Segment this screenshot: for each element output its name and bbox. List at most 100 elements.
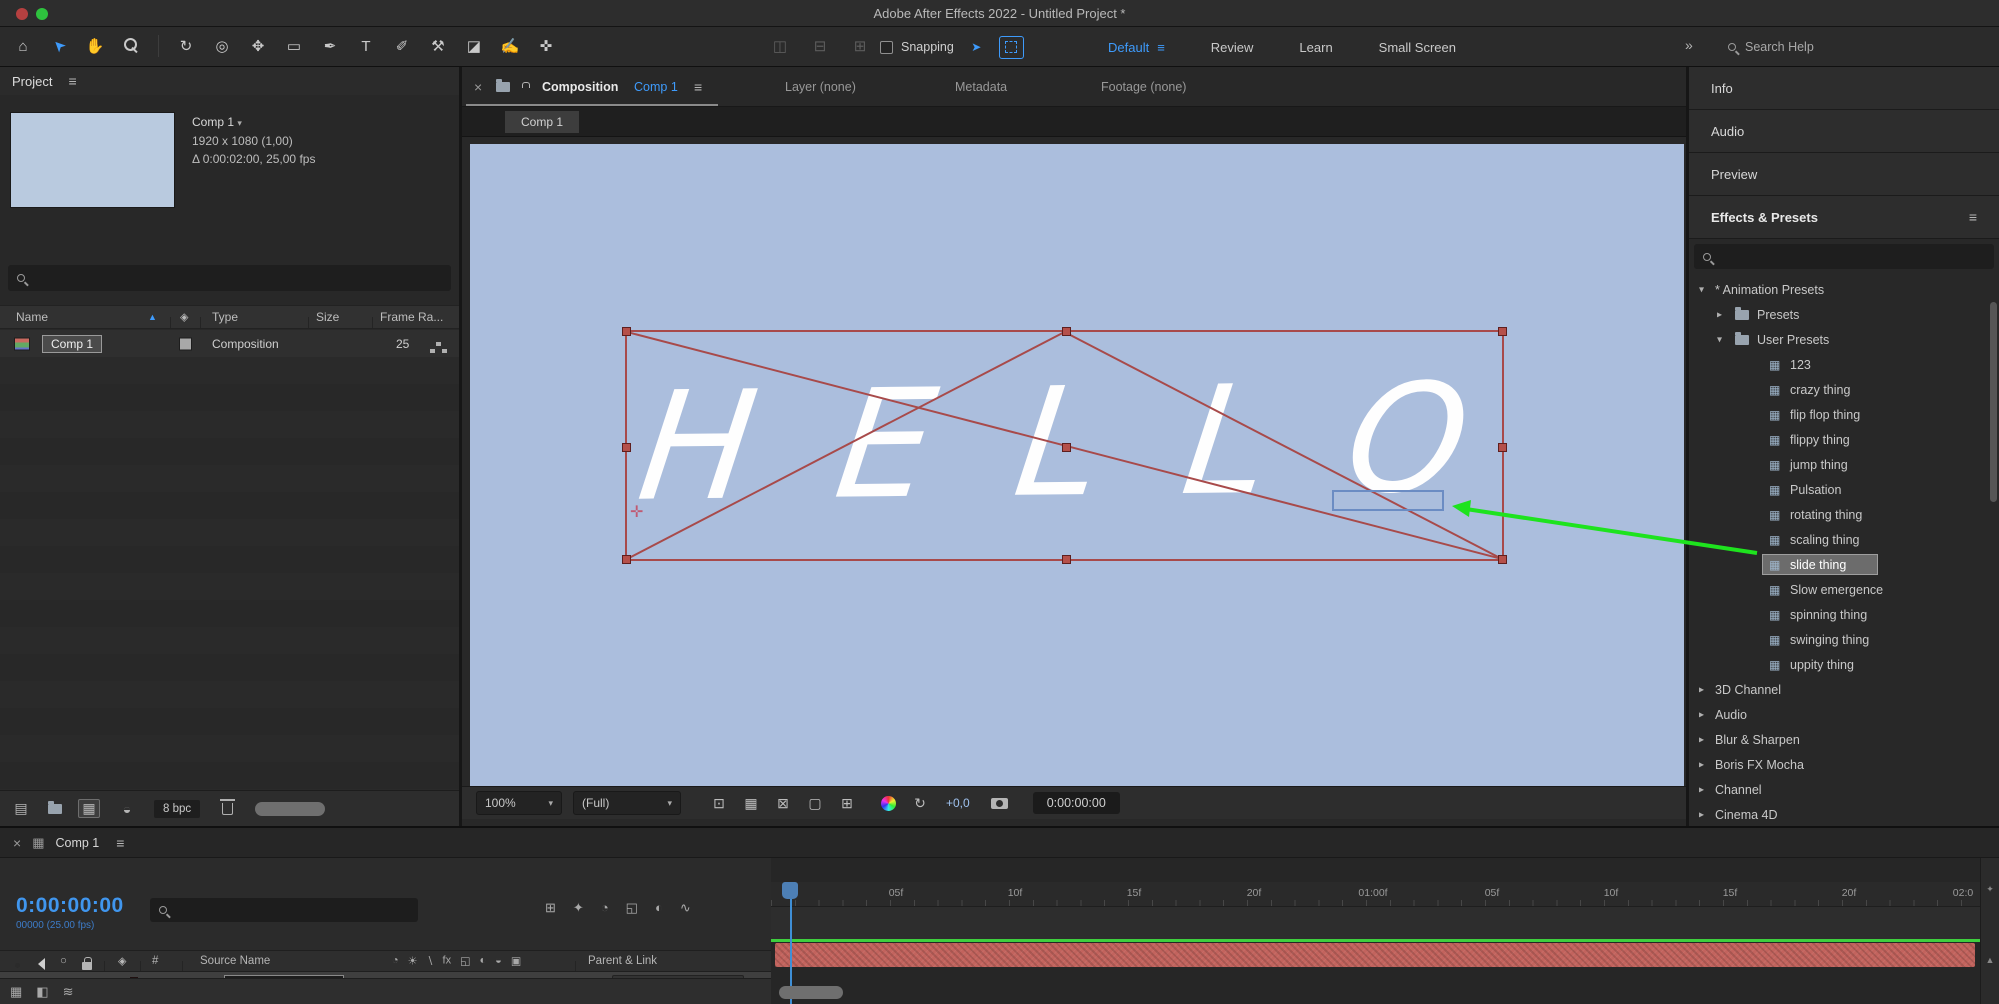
workspace-tab-learn[interactable]: Learn	[1299, 40, 1332, 55]
layer-duration-bar[interactable]	[775, 943, 1975, 967]
snapshot-camera-icon[interactable]	[990, 797, 1008, 809]
timeline-search[interactable]	[150, 898, 418, 922]
roto-brush-tool-icon[interactable]: ✍	[495, 32, 525, 60]
selection-tool-icon[interactable]: ➤	[38, 25, 79, 66]
new-composition-icon[interactable]: ▦	[78, 799, 100, 818]
snap-to-edges-icon[interactable]: ➤	[964, 36, 989, 59]
disclosure-icon[interactable]: ▸	[1699, 684, 1704, 695]
effects-tree-item[interactable]: ▸ Cinema 4D	[1689, 802, 1999, 826]
column-size[interactable]: Size	[316, 310, 339, 324]
transparency-icon[interactable]: ⊞	[834, 791, 860, 815]
close-icon[interactable]: ×	[474, 79, 482, 95]
horizontal-scrollbar[interactable]	[255, 801, 326, 816]
selection-handle[interactable]	[1498, 327, 1507, 336]
panel-menu-icon[interactable]: ≡	[694, 79, 702, 95]
help-search[interactable]	[1722, 35, 1972, 59]
adjustment-icon[interactable]: ◒	[116, 801, 138, 817]
selection-handle[interactable]	[1062, 327, 1071, 336]
expand-layers-icon[interactable]: ▦	[10, 984, 22, 1000]
puppet-pin-tool-icon[interactable]: ✜	[531, 32, 561, 60]
sort-ascending-icon[interactable]: ▲	[148, 312, 157, 322]
tab-layer[interactable]: Layer (none)	[785, 80, 856, 94]
selection-handle[interactable]	[622, 555, 631, 564]
parent-link-column[interactable]: Parent & Link	[588, 955, 657, 967]
pen-tool-icon[interactable]: ✒	[315, 32, 345, 60]
disclosure-icon[interactable]: ▸	[1699, 784, 1704, 795]
panel-menu-icon[interactable]: ≡	[116, 835, 124, 851]
lock-icon[interactable]	[82, 957, 92, 970]
more-workspaces-chevron[interactable]: »	[1685, 37, 1693, 53]
comp-subtab[interactable]: Comp 1	[505, 111, 580, 133]
reset-exposure-icon[interactable]: ↻	[907, 791, 933, 815]
resolution-dropdown[interactable]: (Full) ▾	[573, 791, 681, 815]
time-ruler[interactable]: 00f05f10f15f20f01:00f05f10f15f20f02:0	[771, 882, 1980, 907]
label-color-chip[interactable]	[179, 337, 192, 350]
shy-icon[interactable]: ◔	[392, 955, 399, 968]
layer-number-column[interactable]: #	[152, 955, 158, 967]
effects-tree-item[interactable]: ▦ uppity thing	[1689, 652, 1999, 677]
snapping-checkbox[interactable]	[880, 40, 893, 54]
safe-zones-icon[interactable]: ⊡	[706, 791, 732, 815]
panel-menu-icon[interactable]: ≡	[1969, 209, 1977, 225]
effects-tree-item[interactable]: ▦ jump thing	[1689, 452, 1999, 477]
current-time-indicator-head[interactable]	[782, 882, 798, 899]
interpret-footage-icon[interactable]: ▤	[10, 800, 32, 817]
workspace-tab-small-screen[interactable]: Small Screen	[1379, 40, 1456, 55]
effects-tree-item[interactable]: ▦ swinging thing	[1689, 627, 1999, 652]
selection-handle[interactable]	[1062, 555, 1071, 564]
selection-handle[interactable]	[1498, 443, 1507, 452]
shape-tool-icon[interactable]: ▭	[279, 32, 309, 60]
viewer-timecode[interactable]: 0:00:00:00	[1032, 792, 1120, 814]
effects-tree-item[interactable]: ▸ Boris FX Mocha	[1689, 752, 1999, 777]
shy-icon[interactable]: ◔	[601, 900, 609, 916]
in-out-stretch-icon[interactable]: ≋	[63, 984, 74, 1000]
channel-wheel-icon[interactable]	[881, 795, 896, 811]
current-timecode[interactable]: 0:00:00:00	[16, 894, 124, 918]
flowchart-icon[interactable]: ⊞	[545, 900, 556, 916]
transfer-controls-icon[interactable]: ◧	[36, 984, 48, 1000]
zoom-tool-icon[interactable]	[116, 32, 146, 60]
effects-tree-item[interactable]: ▦ Slow emergence	[1689, 577, 1999, 602]
camera-tool-icon[interactable]: ◎	[207, 32, 237, 60]
tab-composition[interactable]: Composition	[542, 80, 618, 94]
solo-icon[interactable]: ○	[60, 955, 67, 967]
effects-tree-item[interactable]: ▦ crazy thing	[1689, 377, 1999, 402]
zoom-dropdown[interactable]: 100% ▾	[476, 791, 562, 815]
effects-tree-item[interactable]: ▸ 3D Channel	[1689, 677, 1999, 702]
effects-tree-item[interactable]: ▸ Presets	[1689, 302, 1999, 327]
frame-blend-icon[interactable]: ◱	[460, 955, 470, 968]
close-window-button[interactable]	[16, 8, 28, 20]
new-folder-icon[interactable]	[48, 800, 62, 814]
frame-blend-icon[interactable]: ◱	[626, 900, 638, 916]
effects-tree-item[interactable]: ▦ flip flop thing	[1689, 402, 1999, 427]
comp-marker-icon[interactable]: ✦	[1986, 884, 1994, 895]
disclosure-icon[interactable]: ▸	[1699, 734, 1704, 745]
column-type[interactable]: Type	[212, 310, 238, 324]
disclosure-icon[interactable]: ▸	[1699, 709, 1704, 720]
workspace-tab-review[interactable]: Review	[1211, 40, 1254, 55]
snap-to-features-icon[interactable]	[998, 35, 1024, 59]
fullscreen-window-button[interactable]	[36, 8, 48, 20]
rotate-tool-icon[interactable]: ↻	[171, 32, 201, 60]
brush-tool-icon[interactable]: ✐	[387, 32, 417, 60]
draft3d-icon[interactable]: ✦	[573, 900, 584, 916]
pan-behind-tool-icon[interactable]: ✥	[243, 32, 273, 60]
column-frame-rate[interactable]: Frame Ra...	[380, 310, 443, 324]
project-row[interactable]: Comp 1 Composition 25	[0, 330, 459, 357]
effects-tree-item[interactable]: ▾ User Presets	[1689, 327, 1999, 352]
motion-blur-icon[interactable]: ◐	[480, 955, 487, 968]
effects-tree-item[interactable]: ▦ 123	[1689, 352, 1999, 377]
label-column-icon[interactable]: ◈	[180, 311, 188, 324]
panel-info[interactable]: Info	[1689, 67, 1999, 110]
selection-handle[interactable]	[622, 327, 631, 336]
label-column-icon[interactable]: ◈	[118, 955, 126, 968]
selection-handle[interactable]	[1498, 555, 1507, 564]
close-icon[interactable]: ×	[13, 835, 21, 851]
timeline-tab[interactable]: Comp 1	[55, 836, 99, 850]
effects-search[interactable]	[1694, 244, 1994, 269]
tab-metadata[interactable]: Metadata	[955, 80, 1007, 94]
workspace-tab-default[interactable]: Default ≡	[1108, 40, 1165, 55]
horizontal-scrollbar[interactable]	[779, 986, 843, 999]
selection-handle[interactable]	[622, 443, 631, 452]
column-name[interactable]: Name	[16, 310, 48, 324]
